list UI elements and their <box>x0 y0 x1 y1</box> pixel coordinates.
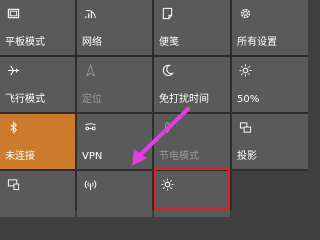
battery-saver-icon <box>160 120 174 134</box>
tablet-mode-icon <box>6 6 20 20</box>
tile-label: 所有设置 <box>237 37 277 48</box>
tile-label: 飞行模式 <box>5 94 45 105</box>
tile-label: 便笺 <box>159 37 179 48</box>
tile-airplane-mode[interactable]: 飞行模式 <box>0 57 75 112</box>
tile-label: 平板模式 <box>5 37 45 48</box>
tile-vpn[interactable]: VPN <box>77 114 152 169</box>
bluetooth-icon <box>6 120 20 134</box>
brightness-icon <box>238 63 252 77</box>
network-icon <box>83 6 97 20</box>
tile-night-light[interactable] <box>154 171 230 217</box>
tile-quiet-hours[interactable]: 免打扰时间 <box>154 57 230 112</box>
tile-empty <box>232 171 308 217</box>
tile-bluetooth[interactable]: 未连接 <box>0 114 75 169</box>
tile-brightness[interactable]: 50% <box>232 57 308 112</box>
tile-label: VPN <box>82 151 103 162</box>
project-icon <box>238 120 252 134</box>
tile-label: 50% <box>237 94 260 105</box>
tile-tablet-mode[interactable]: 平板模式 <box>0 0 75 55</box>
tile-label: 投影 <box>237 151 257 162</box>
night-light-icon <box>160 177 174 191</box>
tile-label: 定位 <box>82 94 102 105</box>
gear-icon <box>238 6 252 20</box>
tile-location[interactable]: 定位 <box>77 57 152 112</box>
moon-icon <box>160 63 174 77</box>
vpn-icon <box>83 120 97 134</box>
tile-all-settings[interactable]: 所有设置 <box>232 0 308 55</box>
tile-label: 免打扰时间 <box>159 94 209 105</box>
tile-mobile-hotspot[interactable] <box>77 171 152 217</box>
airplane-icon <box>6 63 20 77</box>
tile-network[interactable]: 网络 <box>77 0 152 55</box>
connect-icon <box>6 177 20 191</box>
tile-connect[interactable] <box>0 171 75 217</box>
action-center-quick-actions: 平板模式 网络 便笺 所有设置 飞行模式 定位 免打扰时间 50% 未连接 VP… <box>0 0 308 217</box>
location-icon <box>83 63 97 77</box>
mobile-hotspot-icon <box>83 177 97 191</box>
tile-battery-saver[interactable]: 节电模式 <box>154 114 230 169</box>
tile-project[interactable]: 投影 <box>232 114 308 169</box>
tile-label: 网络 <box>82 37 102 48</box>
tile-note[interactable]: 便笺 <box>154 0 230 55</box>
note-icon <box>160 6 174 20</box>
tile-label: 未连接 <box>5 151 35 162</box>
tile-label: 节电模式 <box>159 151 199 162</box>
